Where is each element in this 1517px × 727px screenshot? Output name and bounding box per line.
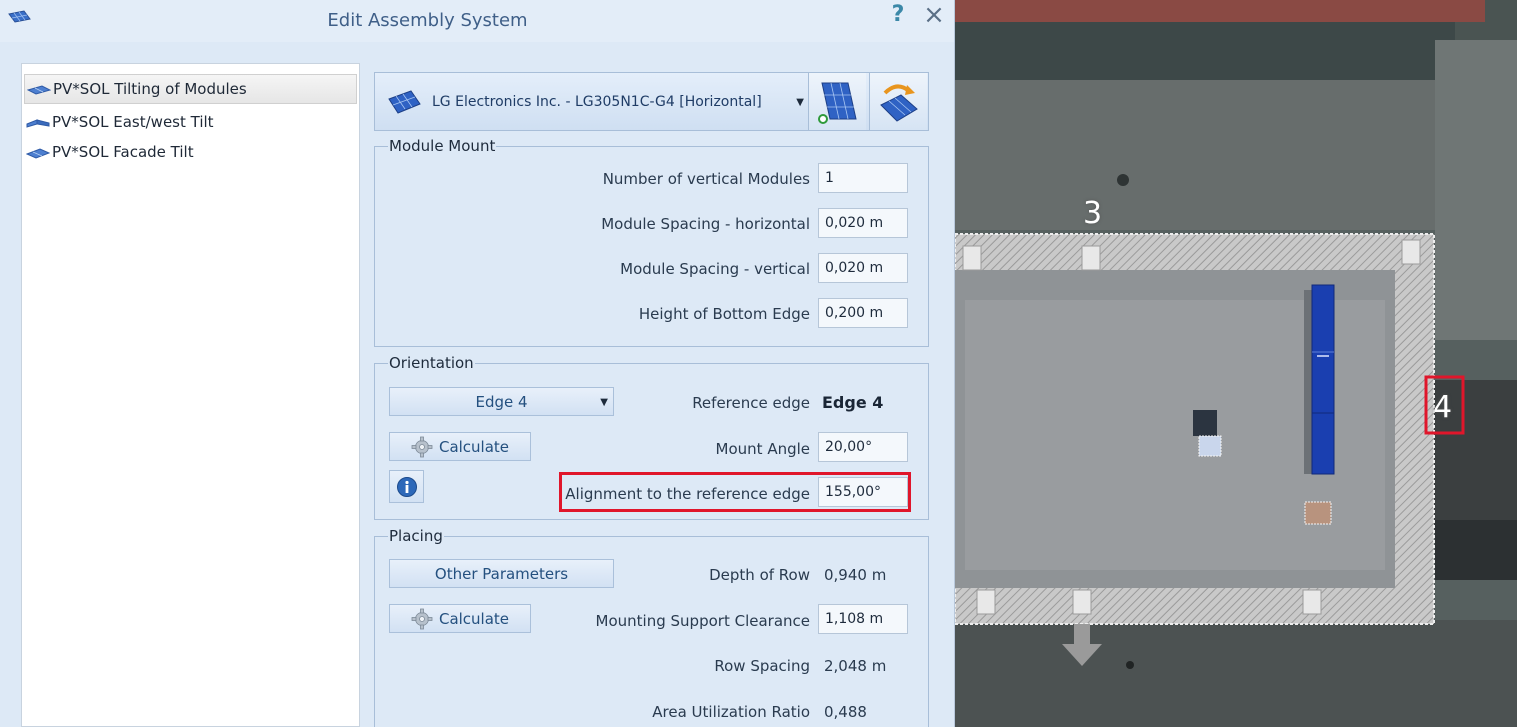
pv-module-icon (388, 89, 421, 114)
edge-4-label: 4 (1433, 390, 1453, 425)
vertical-modules-input[interactable] (818, 163, 908, 193)
mount-angle-input[interactable] (818, 432, 908, 462)
reference-edge-value: Edge 4 (822, 393, 884, 412)
east-west-module-icon (26, 119, 50, 128)
close-button[interactable]: × (920, 0, 948, 30)
mount-angle-label: Mount Angle (715, 440, 810, 458)
depth-of-row-value: 0,940 m (824, 566, 887, 584)
vertical-spacing-label: Module Spacing - vertical (620, 260, 810, 278)
horizontal-spacing-input[interactable] (818, 208, 908, 238)
rotate-module-button[interactable] (869, 73, 927, 130)
orientation-group: Orientation Edge 4 ▼ Reference edge Edge… (374, 354, 929, 520)
row-spacing-value: 2,048 m (824, 657, 887, 675)
group-title: Placing (388, 527, 444, 545)
title-bar: Edit Assembly System ? × (0, 0, 954, 42)
assembly-item-tilting[interactable]: PV*SOL Tilting of Modules (24, 74, 357, 104)
calculate-placing-button[interactable]: Calculate (389, 604, 531, 633)
support-clearance-label: Mounting Support Clearance (595, 612, 810, 630)
gear-icon (411, 608, 433, 629)
area-utilization-label: Area Utilization Ratio (652, 703, 810, 721)
alignment-input[interactable] (818, 477, 908, 507)
group-title: Orientation (388, 354, 475, 372)
group-title: Module Mount (388, 137, 497, 155)
support-clearance-input[interactable] (818, 604, 908, 634)
placing-group: Placing Other Parameters Depth of Row 0,… (374, 527, 929, 727)
horizontal-spacing-label: Module Spacing - horizontal (601, 215, 810, 233)
help-button[interactable]: ? (886, 2, 910, 30)
bottom-edge-height-label: Height of Bottom Edge (638, 305, 810, 323)
edge-3-label: 3 (1083, 196, 1103, 231)
row-spacing-label: Row Spacing (714, 657, 810, 675)
depth-of-row-label: Depth of Row (709, 566, 810, 584)
reference-edge-label: Reference edge (692, 394, 810, 412)
module-selector-bar: LG Electronics Inc. - LG305N1C-G4 [Horiz… (374, 72, 929, 131)
info-icon (396, 476, 417, 497)
rotate-module-icon (879, 84, 918, 122)
assembly-item-label: PV*SOL East/west Tilt (52, 113, 214, 131)
roof-map-view[interactable]: 3 4 (955, 0, 1517, 727)
assembly-item-facade[interactable]: PV*SOL Facade Tilt (24, 137, 357, 167)
gear-icon (411, 436, 433, 457)
calculate-orientation-button[interactable]: Calculate (389, 432, 531, 461)
assembly-item-east-west[interactable]: PV*SOL East/west Tilt (24, 107, 357, 137)
calculate-label: Calculate (438, 437, 510, 456)
module-name: LG Electronics Inc. - LG305N1C-G4 [Horiz… (432, 93, 762, 110)
other-parameters-label: Other Parameters (434, 564, 569, 583)
area-utilization-value: 0,488 (824, 703, 867, 721)
tilted-module-icon (27, 85, 51, 95)
calculate-label: Calculate (438, 609, 510, 628)
chevron-down-icon: ▼ (796, 97, 804, 108)
other-parameters-button[interactable]: Other Parameters (389, 559, 614, 588)
module-dropdown[interactable]: LG Electronics Inc. - LG305N1C-G4 [Horiz… (375, 73, 808, 130)
edge-dropdown-value: Edge 4 (475, 392, 528, 411)
assembly-item-label: PV*SOL Facade Tilt (52, 143, 194, 161)
assembly-item-label: PV*SOL Tilting of Modules (53, 80, 247, 98)
dialog-title: Edit Assembly System (327, 10, 528, 31)
edge-dropdown[interactable]: Edge 4 ▼ (389, 387, 614, 416)
alignment-label: Alignment to the reference edge (565, 485, 810, 503)
new-module-button[interactable] (808, 73, 866, 130)
vertical-spacing-input[interactable] (818, 253, 908, 283)
roof-aerial-image (955, 0, 1517, 727)
assembly-type-list: PV*SOL Tilting of Modules PV*SOL East/we… (21, 63, 360, 727)
chevron-down-icon: ▼ (600, 397, 608, 408)
new-module-icon (817, 82, 857, 124)
edit-assembly-dialog: Edit Assembly System ? × PV*SOL Tilting … (0, 0, 955, 727)
bottom-edge-height-input[interactable] (818, 298, 908, 328)
info-button[interactable] (389, 470, 424, 503)
vertical-modules-label: Number of vertical Modules (602, 170, 810, 188)
facade-module-icon (26, 148, 50, 159)
module-mount-group: Module Mount Number of vertical Modules … (374, 137, 929, 347)
